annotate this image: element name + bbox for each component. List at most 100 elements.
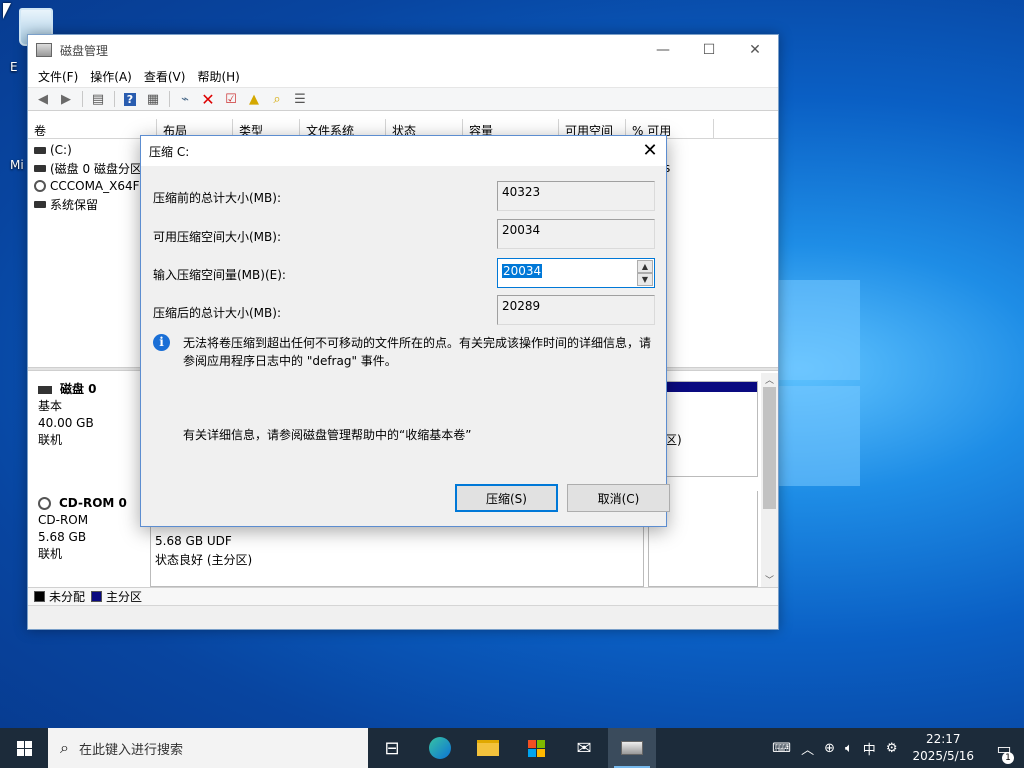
menu-view[interactable]: 查看(V) (138, 68, 192, 85)
list-view-icon[interactable]: ☰ (289, 89, 311, 109)
volume-row[interactable]: CCCOMA_X64FR (28, 177, 158, 195)
windows-start-icon (16, 740, 32, 756)
amount-label: 输入压缩空间量(MB)(E): (153, 268, 286, 282)
menu-bar: 文件(F) 操作(A) 查看(V) 帮助(H) (28, 65, 778, 87)
properties-icon[interactable]: ▦ (142, 89, 164, 109)
total-after-label: 压缩后的总计大小(MB): (153, 306, 281, 320)
folder-up-icon[interactable]: ▲ (243, 89, 265, 109)
search-placeholder: 在此键入进行搜索 (78, 742, 183, 758)
menu-action[interactable]: 操作(A) (84, 68, 138, 85)
help-icon[interactable]: ? (119, 89, 141, 109)
checklist-icon[interactable]: ☑ (220, 89, 242, 109)
cdrom-partition-size: 5.68 GB UDF (155, 534, 232, 548)
back-arrow-icon[interactable]: ◀ (32, 89, 54, 109)
info-message: 无法将卷压缩到超出任何不可移动的文件所在的点。有关完成该操作时间的详细信息，请参… (183, 336, 652, 368)
toolbar: ◀ ▶ ▤ ? ▦ ⌁ ✕ ☑ ▲ ⌕ ☰ (28, 87, 778, 111)
disk-name: 磁盘 0 (60, 382, 97, 396)
disk-info[interactable]: 磁盘 0 基本 40.00 GB 联机 (32, 377, 144, 453)
dialog-close-button[interactable]: ✕ (634, 136, 666, 166)
shrink-button[interactable]: 压缩(S) (455, 484, 558, 512)
forward-arrow-icon[interactable]: ▶ (55, 89, 77, 109)
notification-count-badge: 1 (1002, 751, 1014, 764)
start-button[interactable] (0, 728, 48, 768)
scroll-down-icon[interactable]: ﹀ (761, 573, 778, 587)
mouse-cursor-icon (3, 3, 11, 19)
file-explorer-icon[interactable] (464, 728, 512, 768)
volume-row[interactable]: 系统保留 (28, 195, 158, 213)
spin-down-icon[interactable]: ▼ (637, 273, 653, 286)
clock-time: 22:17 (925, 732, 961, 746)
task-view-icon[interactable]: ⊟ (368, 728, 416, 768)
info-icon: i (153, 334, 170, 351)
graphical-view-scrollbar[interactable]: ︿ ﹀ (761, 373, 778, 587)
ime-indicator[interactable]: 中 (858, 739, 881, 758)
close-button[interactable]: ✕ (732, 35, 778, 65)
minimize-button[interactable]: — (640, 35, 686, 65)
taskbar-clock[interactable]: 22:17 2025/5/16 (902, 731, 984, 765)
total-before-label: 压缩前的总计大小(MB): (153, 191, 281, 205)
desktop-icon-label-fragment: E (10, 60, 18, 74)
window-title: 磁盘管理 (60, 43, 109, 58)
connect-drive-icon[interactable]: ⌁ (174, 89, 196, 109)
primary-swatch (91, 591, 103, 602)
virtual-keyboard-icon[interactable]: ⌨ (767, 741, 796, 756)
cdrom-status: 联机 (38, 547, 63, 561)
legend-unallocated-label: 未分配 (49, 590, 86, 604)
menu-file[interactable]: 文件(F) (32, 68, 84, 85)
ime-mode-icon[interactable]: ⚙ (881, 741, 903, 756)
cancel-button[interactable]: 取消(C) (567, 484, 670, 512)
unallocated-swatch (34, 591, 45, 602)
cdrom-size: 5.68 GB (38, 530, 87, 544)
total-after-value: 20289 (497, 295, 655, 325)
cdrom-name: CD-ROM 0 (59, 496, 127, 510)
total-before-value: 40323 (497, 181, 655, 211)
clock-date: 2025/5/16 (912, 749, 974, 763)
cdrom-type: CD-ROM (38, 513, 89, 527)
desktop-icon-label-fragment: Mi (10, 158, 24, 172)
scrollbar-thumb[interactable] (763, 387, 776, 509)
show-hide-console-tree-icon[interactable]: ▤ (87, 89, 109, 109)
menu-help[interactable]: 帮助(H) (191, 68, 245, 85)
volume-icon[interactable]: 🔈︎ (840, 741, 858, 756)
disk-management-taskbar-icon[interactable] (608, 728, 656, 768)
cdrom-partition-status: 状态良好 (主分区) (155, 553, 253, 567)
microsoft-store-icon[interactable] (512, 728, 560, 768)
mail-icon[interactable]: ✉ (560, 728, 608, 768)
drive-icon (34, 200, 46, 208)
column-header-volume[interactable]: 卷 (28, 119, 157, 138)
spin-up-icon[interactable]: ▲ (637, 260, 653, 273)
taskbar-search-box[interactable]: ⌕ 在此键入进行搜索 (48, 728, 368, 768)
shrink-dialog: 压缩 C: ✕ 压缩前的总计大小(MB): 40323 可用压缩空间大小(MB)… (140, 135, 670, 527)
taskbar: ⌕ 在此键入进行搜索 ⊟ ✉ ⌨ ︿ ⊕ 🔈︎ 中 ⚙ 22:17 2025/5… (0, 728, 1024, 768)
cdrom-info[interactable]: CD-ROM 0 CD-ROM 5.68 GB 联机 (32, 491, 144, 567)
available-value: 20034 (497, 219, 655, 249)
cd-drive-icon (38, 497, 51, 510)
status-bar (28, 605, 778, 629)
window-titlebar[interactable]: 磁盘管理 — ☐ ✕ (28, 35, 778, 65)
disk-status: 联机 (38, 433, 63, 447)
action-center-icon[interactable]: ▭ 1 (984, 739, 1024, 764)
search-folder-icon[interactable]: ⌕ (266, 89, 288, 109)
drive-icon (34, 146, 46, 154)
edge-browser-icon[interactable] (416, 728, 464, 768)
disk-icon (38, 385, 52, 394)
volume-row[interactable]: (磁盘 0 磁盘分区 (28, 159, 158, 177)
show-hidden-icons-chevron-icon[interactable]: ︿ (796, 739, 819, 758)
volume-list: (C:) (磁盘 0 磁盘分区 CCCOMA_X64FR 系统保留 (28, 141, 158, 213)
network-globe-icon[interactable]: ⊕ (819, 741, 840, 756)
maximize-button[interactable]: ☐ (686, 35, 732, 65)
system-tray: ⌨ ︿ ⊕ 🔈︎ 中 ⚙ 22:17 2025/5/16 ▭ 1 (767, 728, 1024, 768)
disk-type: 基本 (38, 399, 63, 413)
cd-drive-icon (34, 180, 46, 192)
volume-row[interactable]: (C:) (28, 141, 158, 159)
scroll-up-icon[interactable]: ︿ (761, 373, 778, 387)
shrink-amount-spinbox[interactable]: 20034 ▲ ▼ (497, 258, 655, 288)
shrink-amount-input[interactable]: 20034 (502, 264, 543, 278)
drive-icon (34, 164, 46, 172)
delete-icon[interactable]: ✕ (197, 89, 219, 109)
disk-size: 40.00 GB (38, 416, 94, 430)
volume-name: (磁盘 0 磁盘分区 (50, 161, 142, 176)
partition-legend: 未分配 主分区 (28, 587, 778, 605)
dialog-titlebar[interactable]: 压缩 C: ✕ (141, 136, 666, 166)
volume-name: CCCOMA_X64FR (50, 179, 148, 193)
